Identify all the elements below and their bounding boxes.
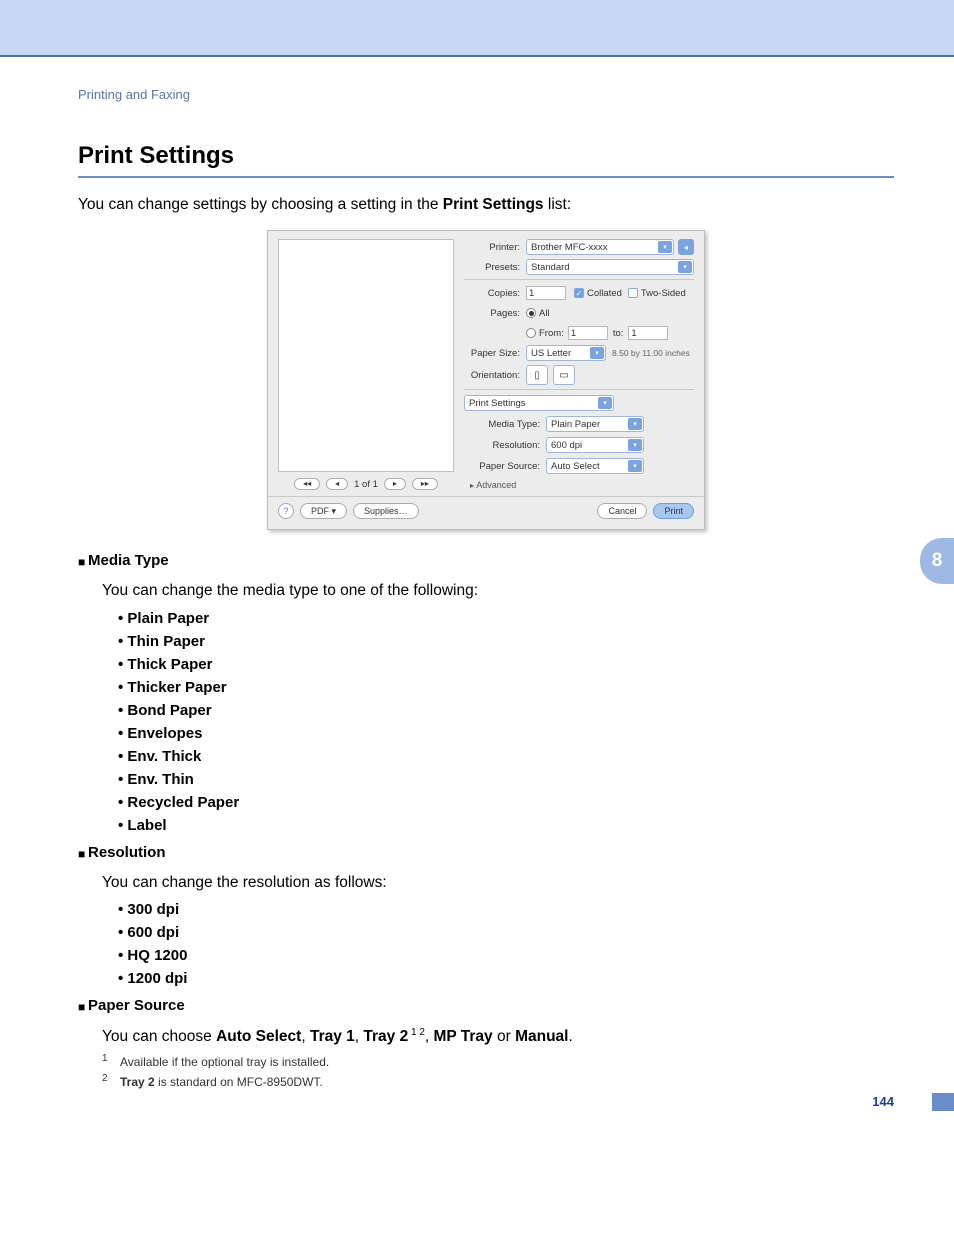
page-number: 144 (872, 1094, 894, 1109)
dropdown-icon: ▾ (628, 439, 642, 451)
pages-to-input[interactable]: 1 (628, 326, 668, 340)
help-button[interactable]: ? (278, 503, 294, 519)
page-number-bar (932, 1093, 954, 1111)
list-item: 600 dpi (118, 924, 894, 941)
pages-all-label: All (539, 308, 550, 319)
list-item: 300 dpi (118, 901, 894, 918)
orientation-label: Orientation: (464, 370, 526, 381)
footnote-1: 1Available if the optional tray is insta… (102, 1055, 894, 1069)
panel-section-select[interactable]: Print Settings▾ (464, 395, 614, 411)
advanced-disclosure[interactable]: Advanced (470, 480, 694, 490)
mediatype-select[interactable]: Plain Paper▾ (546, 416, 644, 432)
chapter-tab: 8 (920, 538, 954, 584)
presets-select[interactable]: Standard▾ (526, 259, 694, 275)
bullet-icon: ■ (78, 997, 88, 1017)
orientation-portrait-button[interactable]: ▯ (526, 365, 548, 385)
pager-first-button[interactable]: ◂◂ (294, 478, 320, 490)
dropdown-icon: ▾ (658, 241, 672, 253)
print-preview (278, 239, 454, 472)
pager-label: 1 of 1 (354, 479, 378, 490)
pdf-button[interactable]: PDF ▾ (300, 503, 347, 519)
printer-info-button[interactable]: ◂ (678, 239, 694, 255)
dropdown-icon: ▾ (590, 347, 604, 359)
papersize-label: Paper Size: (464, 348, 526, 359)
list-item: Thicker Paper (118, 679, 894, 696)
list-item: Label (118, 817, 894, 834)
twosided-label: Two-Sided (641, 288, 686, 299)
paper-source-desc: You can choose Auto Select, Tray 1, Tray… (102, 1025, 894, 1048)
pager-prev-button[interactable]: ◂ (326, 478, 348, 490)
bullet-icon: ■ (78, 844, 88, 864)
copies-input[interactable]: 1 (526, 286, 566, 300)
papersize-select[interactable]: US Letter▾ (526, 345, 606, 361)
page-title: Print Settings (78, 142, 894, 170)
print-dialog: ◂◂ ◂ 1 of 1 ▸ ▸▸ Printer: Brother MFC-xx… (267, 230, 705, 530)
pages-from-label: From: (539, 328, 564, 339)
list-item: HQ 1200 (118, 947, 894, 964)
collated-label: Collated (587, 288, 622, 299)
footnote-2: 2Tray 2 is standard on MFC-8950DWT. (102, 1075, 894, 1089)
intro-text: You can change settings by choosing a se… (78, 196, 894, 214)
section-media-type: Media Type (88, 552, 169, 572)
media-type-options: Plain Paper Thin Paper Thick Paper Thicker … (118, 610, 894, 834)
papersize-hint: 8.50 by 11.00 inches (612, 348, 690, 358)
section-paper-source: Paper Source (88, 997, 185, 1017)
dropdown-icon: ▾ (628, 418, 642, 430)
resolution-select[interactable]: 600 dpi▾ (546, 437, 644, 453)
list-item: Envelopes (118, 725, 894, 742)
list-item: Thick Paper (118, 656, 894, 673)
header-band (0, 0, 954, 55)
dropdown-icon: ▾ (678, 261, 692, 273)
copies-label: Copies: (464, 288, 526, 299)
pages-to-label: to: (613, 328, 624, 339)
list-item: Bond Paper (118, 702, 894, 719)
pages-all-radio[interactable] (526, 308, 536, 318)
resolution-desc: You can change the resolution as follows… (102, 872, 894, 894)
list-item: 1200 dpi (118, 970, 894, 987)
resolution-options: 300 dpi 600 dpi HQ 1200 1200 dpi (118, 901, 894, 987)
list-item: Thin Paper (118, 633, 894, 650)
dropdown-icon: ▾ (598, 397, 612, 409)
supplies-button[interactable]: Supplies… (353, 503, 419, 519)
pages-from-radio[interactable] (526, 328, 536, 338)
pager-next-button[interactable]: ▸ (384, 478, 406, 490)
pager-last-button[interactable]: ▸▸ (412, 478, 438, 490)
section-resolution: Resolution (88, 844, 166, 864)
collated-checkbox[interactable]: ✓ (574, 288, 584, 298)
pages-from-input[interactable]: 1 (568, 326, 608, 340)
pages-label: Pages: (464, 308, 526, 319)
list-item: Env. Thin (118, 771, 894, 788)
cancel-button[interactable]: Cancel (597, 503, 647, 519)
breadcrumb: Printing and Faxing (78, 87, 894, 102)
title-rule (78, 176, 894, 178)
list-item: Recycled Paper (118, 794, 894, 811)
resolution-label: Resolution: (464, 440, 546, 451)
twosided-checkbox[interactable] (628, 288, 638, 298)
bullet-icon: ■ (78, 552, 88, 572)
presets-label: Presets: (464, 262, 526, 273)
orientation-landscape-button[interactable]: ▭ (553, 365, 575, 385)
printer-label: Printer: (464, 242, 526, 253)
dropdown-icon: ▾ (628, 460, 642, 472)
papersource-select[interactable]: Auto Select▾ (546, 458, 644, 474)
printer-select[interactable]: Brother MFC-xxxx▾ (526, 239, 674, 255)
print-button[interactable]: Print (653, 503, 694, 519)
media-type-desc: You can change the media type to one of … (102, 580, 894, 602)
papersource-label: Paper Source: (464, 461, 546, 472)
mediatype-label: Media Type: (464, 419, 546, 430)
list-item: Plain Paper (118, 610, 894, 627)
list-item: Env. Thick (118, 748, 894, 765)
